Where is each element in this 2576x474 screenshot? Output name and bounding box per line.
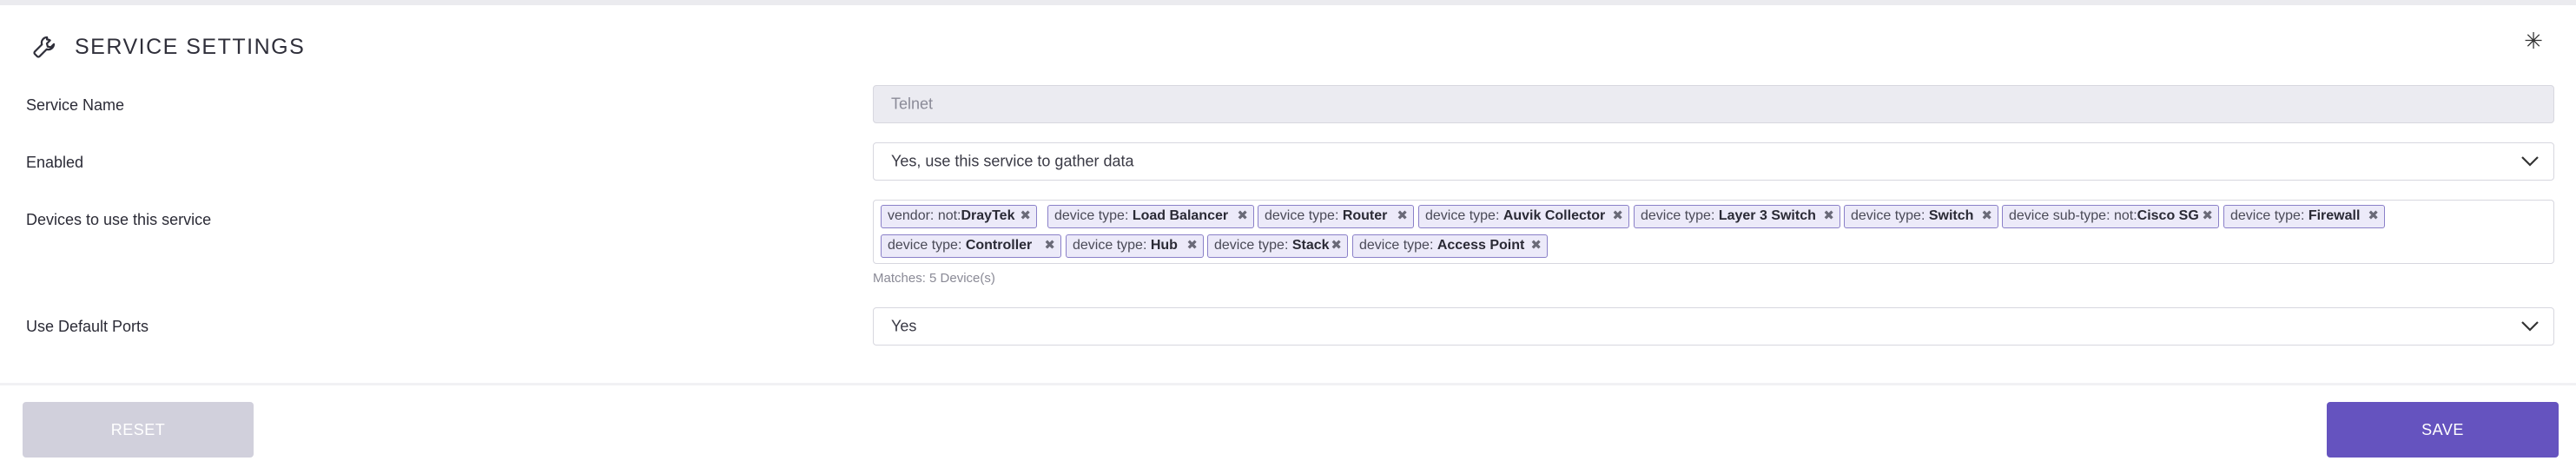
device-tag: device type: Hub ✖ (1066, 234, 1204, 258)
device-tag: device type: Switch ✖ (1844, 205, 1998, 228)
enabled-label: Enabled (26, 154, 84, 171)
remove-tag-icon[interactable]: ✖ (1331, 235, 1342, 256)
device-tag: vendor: not:DrayTek ✖ (881, 205, 1037, 228)
default-ports-select[interactable]: Yes (873, 307, 2554, 346)
device-tag: device type: Stack ✖ (1207, 234, 1348, 258)
device-tag: device type: Router ✖ (1258, 205, 1414, 228)
device-tag: device type: Auvik Collector ✖ (1418, 205, 1629, 228)
device-tag: device type: Load Balancer ✖ (1047, 205, 1254, 228)
reset-button[interactable]: RESET (23, 402, 254, 458)
devices-tag-input[interactable]: vendor: not:DrayTek ✖ device type: Load … (873, 200, 2554, 264)
close-icon[interactable]: ✳ (2520, 28, 2546, 55)
remove-tag-icon[interactable]: ✖ (2368, 206, 2379, 227)
device-tag: device sub-type: not:Cisco SG ✖ (2002, 205, 2219, 228)
device-tag: device type: Layer 3 Switch ✖ (1634, 205, 1840, 228)
page-title: SERVICE SETTINGS (75, 34, 306, 59)
remove-tag-icon[interactable]: ✖ (1823, 206, 1834, 227)
wrench-icon (33, 36, 56, 58)
enabled-value: Yes, use this service to gather data (891, 152, 1134, 170)
remove-tag-icon[interactable]: ✖ (1981, 206, 1992, 227)
devices-label: Devices to use this service (26, 211, 212, 228)
footer-divider (0, 383, 2576, 385)
remove-tag-icon[interactable]: ✖ (1397, 206, 1408, 227)
panel-header: SERVICE SETTINGS (31, 30, 305, 64)
matches-count: Matches: 5 Device(s) (873, 271, 995, 286)
remove-tag-icon[interactable]: ✖ (1530, 235, 1542, 256)
remove-tag-icon[interactable]: ✖ (1044, 235, 1055, 256)
remove-tag-icon[interactable]: ✖ (1186, 235, 1198, 256)
service-name-field: Telnet (873, 85, 2554, 123)
device-tag: device type: Access Point ✖ (1352, 234, 1548, 258)
top-border (0, 0, 2576, 5)
remove-tag-icon[interactable]: ✖ (1237, 206, 1248, 227)
remove-tag-icon[interactable]: ✖ (1612, 206, 1623, 227)
default-ports-value: Yes (891, 317, 917, 335)
service-name-label: Service Name (26, 96, 125, 114)
chevron-down-icon (2521, 321, 2539, 332)
remove-tag-icon[interactable]: ✖ (1020, 206, 1031, 227)
remove-tag-icon[interactable]: ✖ (2202, 206, 2213, 227)
service-name-value: Telnet (891, 95, 934, 113)
enabled-select[interactable]: Yes, use this service to gather data (873, 142, 2554, 181)
device-tag: device type: Controller ✖ (881, 234, 1061, 258)
chevron-down-icon (2521, 156, 2539, 167)
device-tag: device type: Firewall ✖ (2223, 205, 2385, 228)
save-button[interactable]: SAVE (2327, 402, 2559, 458)
default-ports-label: Use Default Ports (26, 318, 149, 335)
